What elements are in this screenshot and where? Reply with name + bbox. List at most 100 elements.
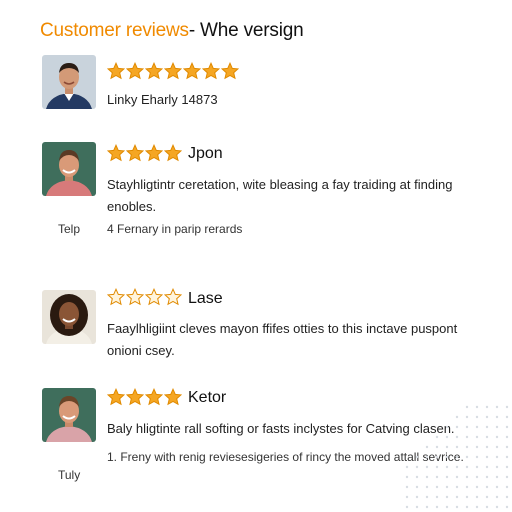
decorative-dot: [455, 475, 459, 479]
reviewer-name: Lase: [188, 290, 223, 307]
page-title-accent: Customer reviews: [40, 20, 189, 41]
review-text: Stayhligtintr ceretation, wite bleasing …: [107, 177, 453, 214]
decorative-dot: [405, 495, 409, 499]
decorative-dot: [445, 455, 449, 459]
decorative-dot: [445, 425, 449, 429]
decorative-dot: [485, 455, 489, 459]
decorative-dot: [485, 425, 489, 429]
star-rating: [107, 388, 183, 408]
decorative-dot: [455, 495, 459, 499]
star-icon: [183, 62, 201, 80]
decorative-dot: [505, 445, 509, 449]
decorative-dot: [465, 505, 469, 509]
decorative-dot: [505, 465, 509, 469]
decorative-dot: [415, 465, 419, 469]
avatar: [42, 388, 96, 442]
decorative-dot: [445, 445, 449, 449]
decorative-dot: [425, 445, 429, 449]
decorative-dot: [475, 425, 479, 429]
decorative-dot: [505, 425, 509, 429]
decorative-dot: [505, 455, 509, 459]
decorative-dot: [405, 505, 409, 509]
decorative-dot: [455, 425, 459, 429]
decorative-dot: [435, 475, 439, 479]
decorative-dot: [485, 475, 489, 479]
decorative-dot: [495, 405, 499, 409]
decorative-dot: [425, 465, 429, 469]
decorative-dot: [465, 435, 469, 439]
decorative-dot: [445, 505, 449, 509]
review-side-label: Tuly: [58, 468, 81, 482]
decorative-dot: [505, 495, 509, 499]
review-card: Linky Eharly 14873: [0, 52, 512, 122]
decorative-dot: [465, 485, 469, 489]
review-meta: 4 Fernary in parip rerards: [107, 222, 243, 236]
decorative-dot: [505, 405, 509, 409]
reviewer-name: Jpon: [188, 145, 223, 162]
avatar: [42, 142, 96, 196]
decorative-dot: [415, 485, 419, 489]
decorative-dot: [425, 455, 429, 459]
star-icon: [221, 62, 239, 80]
decorative-dot: [475, 445, 479, 449]
decorative-dot: [445, 435, 449, 439]
decorative-dot: [465, 455, 469, 459]
decorative-dot: [495, 465, 499, 469]
star-rating: [107, 288, 183, 308]
decorative-dot: [485, 495, 489, 499]
decorative-dot: [455, 435, 459, 439]
decorative-dot: [475, 405, 479, 409]
decorative-dot: [445, 465, 449, 469]
decorative-dot: [495, 425, 499, 429]
decorative-dot: [445, 475, 449, 479]
decorative-dot: [475, 505, 479, 509]
star-rating: [107, 144, 183, 164]
decorative-dot: [485, 465, 489, 469]
star-icon: [107, 62, 125, 80]
decorative-dot: [475, 435, 479, 439]
decorative-dot: [485, 415, 489, 419]
page-title: Customer reviews- Whe versign: [40, 20, 304, 42]
star-icon: [126, 388, 144, 406]
decorative-dot: [505, 435, 509, 439]
decorative-dot: [495, 435, 499, 439]
avatar: [42, 290, 96, 344]
decorative-dot: [465, 445, 469, 449]
review-text: Faaylhligiint cleves mayon ffifes otties…: [107, 321, 458, 358]
decorative-dot: [455, 465, 459, 469]
star-icon: [126, 144, 144, 162]
decorative-dot: [485, 405, 489, 409]
decorative-dot: [405, 475, 409, 479]
review-card: Lase Faaylhligiint cleves mayon ffifes o…: [0, 288, 512, 368]
star-icon: [164, 288, 182, 306]
decorative-dot: [475, 495, 479, 499]
decorative-dot: [495, 455, 499, 459]
star-icon: [107, 388, 125, 406]
decorative-dot: [485, 505, 489, 509]
decorative-dot: [435, 435, 439, 439]
page-title-rest: - Whe versign: [188, 20, 304, 41]
reviewer-name: Ketor: [188, 389, 227, 406]
star-icon: [145, 62, 163, 80]
decorative-dot: [485, 485, 489, 489]
decorative-dot: [455, 505, 459, 509]
decorative-dot: [495, 475, 499, 479]
star-icon: [107, 288, 125, 306]
decorative-dot: [415, 495, 419, 499]
star-icon: [164, 62, 182, 80]
decorative-dot: [475, 485, 479, 489]
decorative-dot: [505, 415, 509, 419]
decorative-dot: [435, 455, 439, 459]
decorative-dot: [415, 475, 419, 479]
star-icon: [145, 288, 163, 306]
decorative-dot: [405, 485, 409, 489]
decorative-dot: [495, 485, 499, 489]
decorative-dot: [465, 495, 469, 499]
decorative-dot: [455, 445, 459, 449]
decorative-dot: [425, 475, 429, 479]
avatar: [42, 55, 96, 109]
decorative-dot: [465, 415, 469, 419]
decorative-dot: [435, 465, 439, 469]
decorative-dot: [465, 465, 469, 469]
decorative-dot: [455, 415, 459, 419]
